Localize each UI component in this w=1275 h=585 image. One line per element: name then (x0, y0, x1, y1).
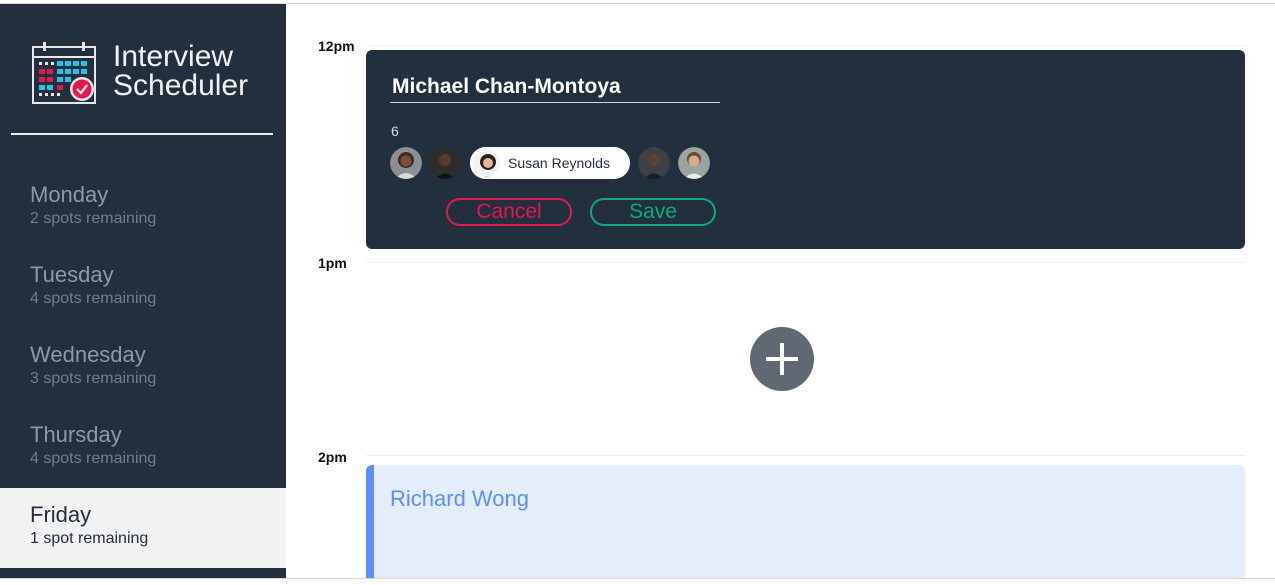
hour-line (366, 45, 1245, 46)
plus-icon (766, 343, 798, 375)
sidebar: Interview Scheduler Monday 2 spots remai… (0, 4, 286, 578)
day-item-wednesday[interactable]: Wednesday 3 spots remaining (0, 328, 286, 408)
app-title-line1: Interview (113, 40, 234, 73)
hour-line (366, 262, 1245, 263)
interviewer-avatar-5[interactable] (678, 147, 710, 179)
interviewer-avatar-1[interactable] (390, 147, 422, 179)
day-item-monday[interactable]: Monday 2 spots remaining (0, 168, 286, 248)
time-label: 2pm (318, 449, 347, 465)
day-item-thursday[interactable]: Thursday 4 spots remaining (0, 408, 286, 488)
day-spots: 2 spots remaining (30, 210, 157, 227)
day-spots: 3 spots remaining (30, 370, 157, 387)
interviewer-avatar-4[interactable] (638, 147, 670, 179)
interviewer-label: 6 (391, 123, 399, 139)
student-name-input[interactable] (390, 72, 720, 103)
sidebar-divider (11, 133, 273, 135)
interviewer-avatar-2[interactable] (429, 147, 461, 179)
time-label: 12pm (318, 38, 355, 54)
save-button[interactable]: Save (590, 198, 716, 226)
app-title: Interview Scheduler (113, 40, 249, 102)
selected-interviewer[interactable]: Susan Reynolds (470, 147, 630, 179)
day-name: Friday (30, 502, 92, 527)
booked-appointment[interactable]: Richard Wong (366, 465, 1245, 578)
interviewer-avatar-3 (470, 147, 502, 179)
day-name: Monday (30, 182, 109, 207)
bottom-border (0, 578, 1275, 579)
appointment-form: 6 Susan Reynolds Cancel Save (366, 50, 1245, 249)
time-label: 1pm (318, 255, 347, 271)
day-spots: 4 spots remaining (30, 290, 157, 307)
selected-interviewer-name: Susan Reynolds (508, 155, 610, 171)
cancel-button[interactable]: Cancel (446, 198, 572, 226)
day-spots: 1 spot remaining (30, 530, 149, 547)
day-name: Wednesday (30, 342, 146, 367)
day-item-tuesday[interactable]: Tuesday 4 spots remaining (0, 248, 286, 328)
hour-line (366, 455, 1245, 456)
add-appointment-button[interactable] (750, 327, 814, 391)
calendar-check-icon (31, 41, 97, 105)
day-name: Tuesday (30, 262, 114, 287)
app-title-line2: Scheduler (113, 69, 249, 102)
day-item-friday[interactable]: Friday 1 spot remaining (0, 488, 286, 568)
appointment-accent-bar (366, 465, 374, 578)
day-name: Thursday (30, 422, 122, 447)
day-spots: 4 spots remaining (30, 450, 157, 467)
appointment-student-name: Richard Wong (390, 486, 529, 511)
